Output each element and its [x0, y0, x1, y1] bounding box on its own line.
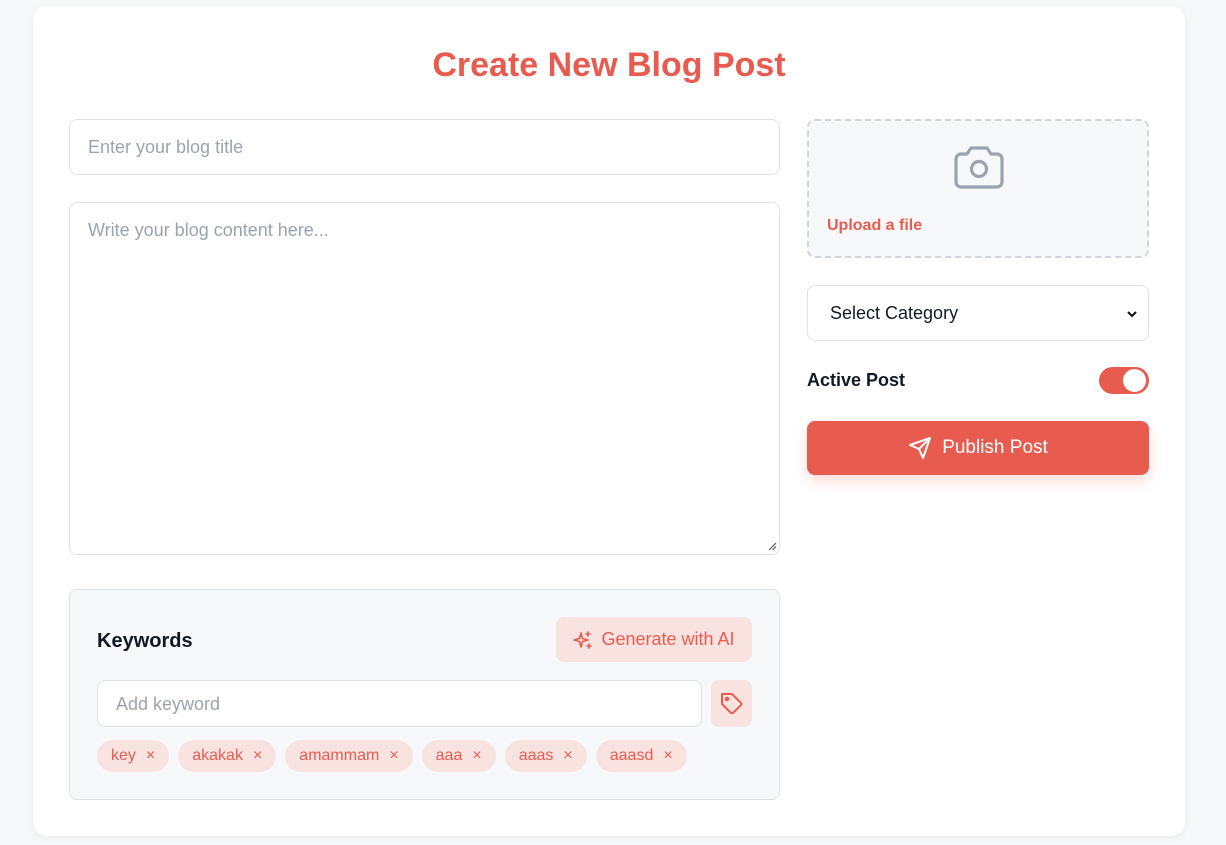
keywords-panel: Keywords Generate with AI Add keyword ke…: [69, 589, 780, 800]
publish-post-label: Publish Post: [942, 437, 1048, 458]
keyword-chip: amammam ×: [285, 740, 413, 772]
keywords-heading: Keywords: [97, 630, 193, 652]
generate-with-ai-label: Generate with AI: [601, 629, 735, 649]
toggle-knob: [1123, 369, 1146, 392]
sparkles-icon: [573, 630, 593, 649]
page-title: Create New Blog Post: [432, 46, 786, 84]
publish-post-button[interactable]: Publish Post: [807, 421, 1149, 475]
keyword-chip: key ×: [97, 740, 170, 772]
content-placeholder: Write your blog content here...: [88, 220, 329, 240]
keyword-chip-label: amammam: [299, 747, 380, 764]
keyword-chip: akakak ×: [178, 740, 277, 772]
category-selected-value: Select Category: [830, 303, 959, 323]
keyword-input[interactable]: Add keyword: [97, 680, 702, 727]
blog-content-textarea[interactable]: Write your blog content here...: [69, 202, 780, 555]
resize-handle-icon[interactable]: [768, 542, 777, 551]
add-keyword-button[interactable]: [711, 680, 752, 727]
keyword-chip: aaasd ×: [595, 740, 687, 772]
remove-keyword-icon[interactable]: ×: [389, 748, 398, 764]
remove-keyword-icon[interactable]: ×: [663, 748, 672, 764]
keyword-chip-label: aaasd: [609, 747, 654, 764]
send-icon: [909, 437, 932, 459]
generate-with-ai-button[interactable]: Generate with AI: [556, 617, 752, 662]
blog-post-card: Create New Blog Post Enter your blog tit…: [33, 6, 1185, 836]
keyword-chip: aaa ×: [421, 740, 496, 772]
file-upload-dropzone[interactable]: Upload a file: [807, 119, 1149, 258]
remove-keyword-icon[interactable]: ×: [253, 748, 262, 764]
keyword-chip-label: aaa: [435, 747, 463, 764]
tag-icon: [720, 692, 742, 714]
chevron-down-icon: [1127, 311, 1137, 318]
keyword-chip: aaas ×: [504, 740, 587, 772]
remove-keyword-icon[interactable]: ×: [472, 748, 481, 764]
keyword-chip-list: key × akakak × amammam × aaa × aaas × aa…: [97, 740, 687, 772]
blog-title-input[interactable]: Enter your blog title: [69, 119, 780, 175]
remove-keyword-icon[interactable]: ×: [146, 748, 155, 764]
upload-file-link[interactable]: Upload a file: [827, 217, 922, 235]
active-post-label: Active Post: [807, 370, 906, 390]
remove-keyword-icon[interactable]: ×: [563, 748, 572, 764]
category-select[interactable]: Select Category: [807, 285, 1149, 341]
keyword-chip-label: akakak: [192, 747, 243, 764]
keyword-chip-label: aaas: [518, 747, 554, 764]
keyword-chip-label: key: [111, 747, 136, 764]
camera-icon: [954, 146, 1004, 189]
active-post-toggle[interactable]: [1099, 367, 1149, 394]
